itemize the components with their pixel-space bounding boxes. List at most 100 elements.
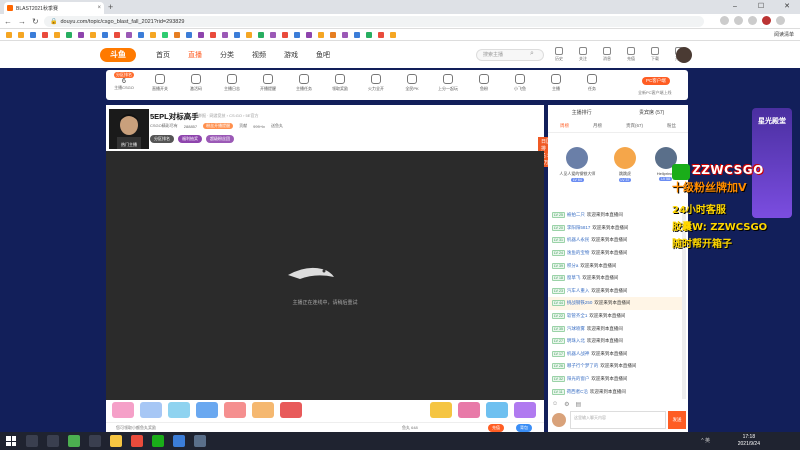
gift-icon[interactable] xyxy=(486,402,508,418)
chat-input[interactable]: 这里输入聊天内容 xyxy=(570,411,666,429)
bookmark-icon[interactable] xyxy=(210,31,216,38)
feature-item[interactable]: 领取奖励 xyxy=(326,74,354,92)
barrage-icon[interactable]: ▤ xyxy=(576,401,582,408)
tab-close-icon[interactable]: × xyxy=(97,5,101,11)
meta-item[interactable]: 送鱼丸 xyxy=(271,123,283,129)
douyu-logo[interactable]: 斗鱼 xyxy=(100,48,136,62)
gift-icon[interactable] xyxy=(196,402,218,418)
bookmark-icon[interactable] xyxy=(162,31,168,38)
tag[interactable]: 超级粉丝团 xyxy=(206,135,234,143)
feature-item[interactable]: 上分一起玩 xyxy=(434,74,462,92)
gift-icon[interactable] xyxy=(430,402,452,418)
new-tab-button[interactable]: + xyxy=(108,2,113,12)
gift-icon[interactable] xyxy=(280,402,302,418)
gift-icon[interactable] xyxy=(140,402,162,418)
bookmark-icon[interactable] xyxy=(258,31,264,38)
task-view-icon[interactable] xyxy=(47,435,59,447)
browser-tab[interactable]: BLAST2021秋季赛 × xyxy=(4,2,104,14)
chat-username[interactable]: 窗草飞 xyxy=(567,275,581,281)
bookmark-icon[interactable] xyxy=(102,31,108,38)
search-icon[interactable] xyxy=(26,435,38,447)
bookmark-icon[interactable] xyxy=(378,31,384,38)
follow-list-button[interactable]: 关注 xyxy=(576,47,590,62)
maximize-icon[interactable]: ☐ xyxy=(748,0,774,14)
messages-button[interactable]: 消息 xyxy=(600,47,614,62)
top-user[interactable]: 人见人爱的钢铁大师 LV 64 xyxy=(559,147,595,182)
chat-username[interactable]: 汽球喷雾 xyxy=(567,326,585,332)
bookmark-icon[interactable] xyxy=(366,31,372,38)
feature-item[interactable]: 全民PK xyxy=(398,74,426,92)
tag[interactable]: 分区排名 xyxy=(150,135,174,143)
bookmark-icon[interactable] xyxy=(66,31,72,38)
chat-username[interactable]: 机器人永民 xyxy=(567,237,590,243)
bookmark-icon[interactable] xyxy=(306,31,312,38)
nav-category[interactable]: 分类 xyxy=(220,50,234,60)
user-avatar[interactable] xyxy=(676,47,692,63)
tab-vip[interactable]: 贵宾席 (57) xyxy=(639,109,664,116)
bookmark-icon[interactable] xyxy=(126,31,132,38)
streamer-avatar[interactable]: 热门主播 xyxy=(109,109,149,149)
feature-item[interactable]: 小飞鱼 xyxy=(506,74,534,92)
bookmark-icon[interactable] xyxy=(294,31,300,38)
tab-fans[interactable]: 粉丝 xyxy=(667,123,676,132)
bookmark-icon[interactable] xyxy=(114,31,120,38)
bookmark-icon[interactable] xyxy=(90,31,96,38)
windows-start-icon[interactable] xyxy=(6,436,16,446)
chat-username[interactable]: 机器人战神 xyxy=(567,351,590,357)
nav-games[interactable]: 游戏 xyxy=(284,50,298,60)
bookmark-icon[interactable] xyxy=(246,31,252,38)
bookmark-icon[interactable] xyxy=(270,31,276,38)
app-icon[interactable] xyxy=(131,435,143,447)
gift-icon[interactable] xyxy=(252,402,274,418)
chat-username[interactable]: 阳光的窗户 xyxy=(567,376,590,382)
chat-username[interactable]: 哪子行个梦了的 xyxy=(567,363,599,369)
history-button[interactable]: 历史 xyxy=(552,47,566,62)
bookmark-icon[interactable] xyxy=(222,31,228,38)
feature-item[interactable]: 火力全开 xyxy=(362,74,390,92)
feature-item[interactable]: 激活码 xyxy=(182,74,210,92)
reload-icon[interactable]: ↻ xyxy=(32,15,39,28)
pc-client-button[interactable]: PC客户端 xyxy=(642,77,670,85)
profile-avatar-icon[interactable] xyxy=(762,16,771,25)
feature-item[interactable]: 开播提醒 xyxy=(254,74,282,92)
chat-username[interactable]: 软管齐全1 xyxy=(567,313,588,319)
bookmark-icon[interactable] xyxy=(234,31,240,38)
backpack-button[interactable]: 背包 xyxy=(516,424,532,432)
app-icon[interactable] xyxy=(173,435,185,447)
bookmark-icon[interactable] xyxy=(390,31,396,38)
bookmark-icon[interactable] xyxy=(30,31,36,38)
bookmark-icon[interactable] xyxy=(342,31,348,38)
feature-item[interactable]: 主播任务 xyxy=(290,74,318,92)
recharge-header-button[interactable]: 充值 xyxy=(624,47,638,62)
chat-username[interactable]: 被拍二只 xyxy=(567,212,585,218)
bookmark-icon[interactable] xyxy=(138,31,144,38)
nav-video[interactable]: 视频 xyxy=(252,50,266,60)
nav-live[interactable]: 直播 xyxy=(188,50,202,60)
bookmark-icon[interactable] xyxy=(198,31,204,38)
bookmark-icon[interactable] xyxy=(318,31,324,38)
url-bar[interactable]: 🔒 douyu.com/topic/csgo_blast_fall_2021?r… xyxy=(44,16,704,27)
steam-icon[interactable] xyxy=(194,435,206,447)
remind-button[interactable]: 粉丝开播提醒 xyxy=(203,123,234,129)
tab-weekly[interactable]: 周榜 xyxy=(560,123,569,132)
extension-icon[interactable] xyxy=(748,16,757,25)
gift-icon[interactable] xyxy=(514,402,536,418)
bookmark-icon[interactable] xyxy=(174,31,180,38)
rank-box[interactable]: 分区排名 6 主播CSGO xyxy=(110,72,138,91)
video-player[interactable]: 主播正在连线中，请稍后重试 xyxy=(106,151,544,400)
reading-list-link[interactable]: 阅读清单 xyxy=(774,29,794,41)
bookmark-icon[interactable] xyxy=(282,31,288,38)
emoji-icon[interactable]: ☺ xyxy=(552,401,558,408)
settings-icon[interactable]: ⚙ xyxy=(564,401,569,408)
feature-item[interactable]: 直播开关 xyxy=(146,74,174,92)
gift-icon[interactable] xyxy=(458,402,480,418)
chat-username[interactable]: 积分a xyxy=(567,263,579,269)
bookmark-icon[interactable] xyxy=(6,31,12,38)
tab-monthly[interactable]: 月榜 xyxy=(593,123,602,132)
bookmark-icon[interactable] xyxy=(186,31,192,38)
recharge-button[interactable]: 充值 xyxy=(488,424,504,432)
menu-icon[interactable] xyxy=(776,16,785,25)
feature-item[interactable]: 主播日志 xyxy=(218,74,246,92)
top-user[interactable]: 跳跳虎 LV 37 xyxy=(613,147,636,182)
nav-home[interactable]: 首页 xyxy=(156,50,170,60)
